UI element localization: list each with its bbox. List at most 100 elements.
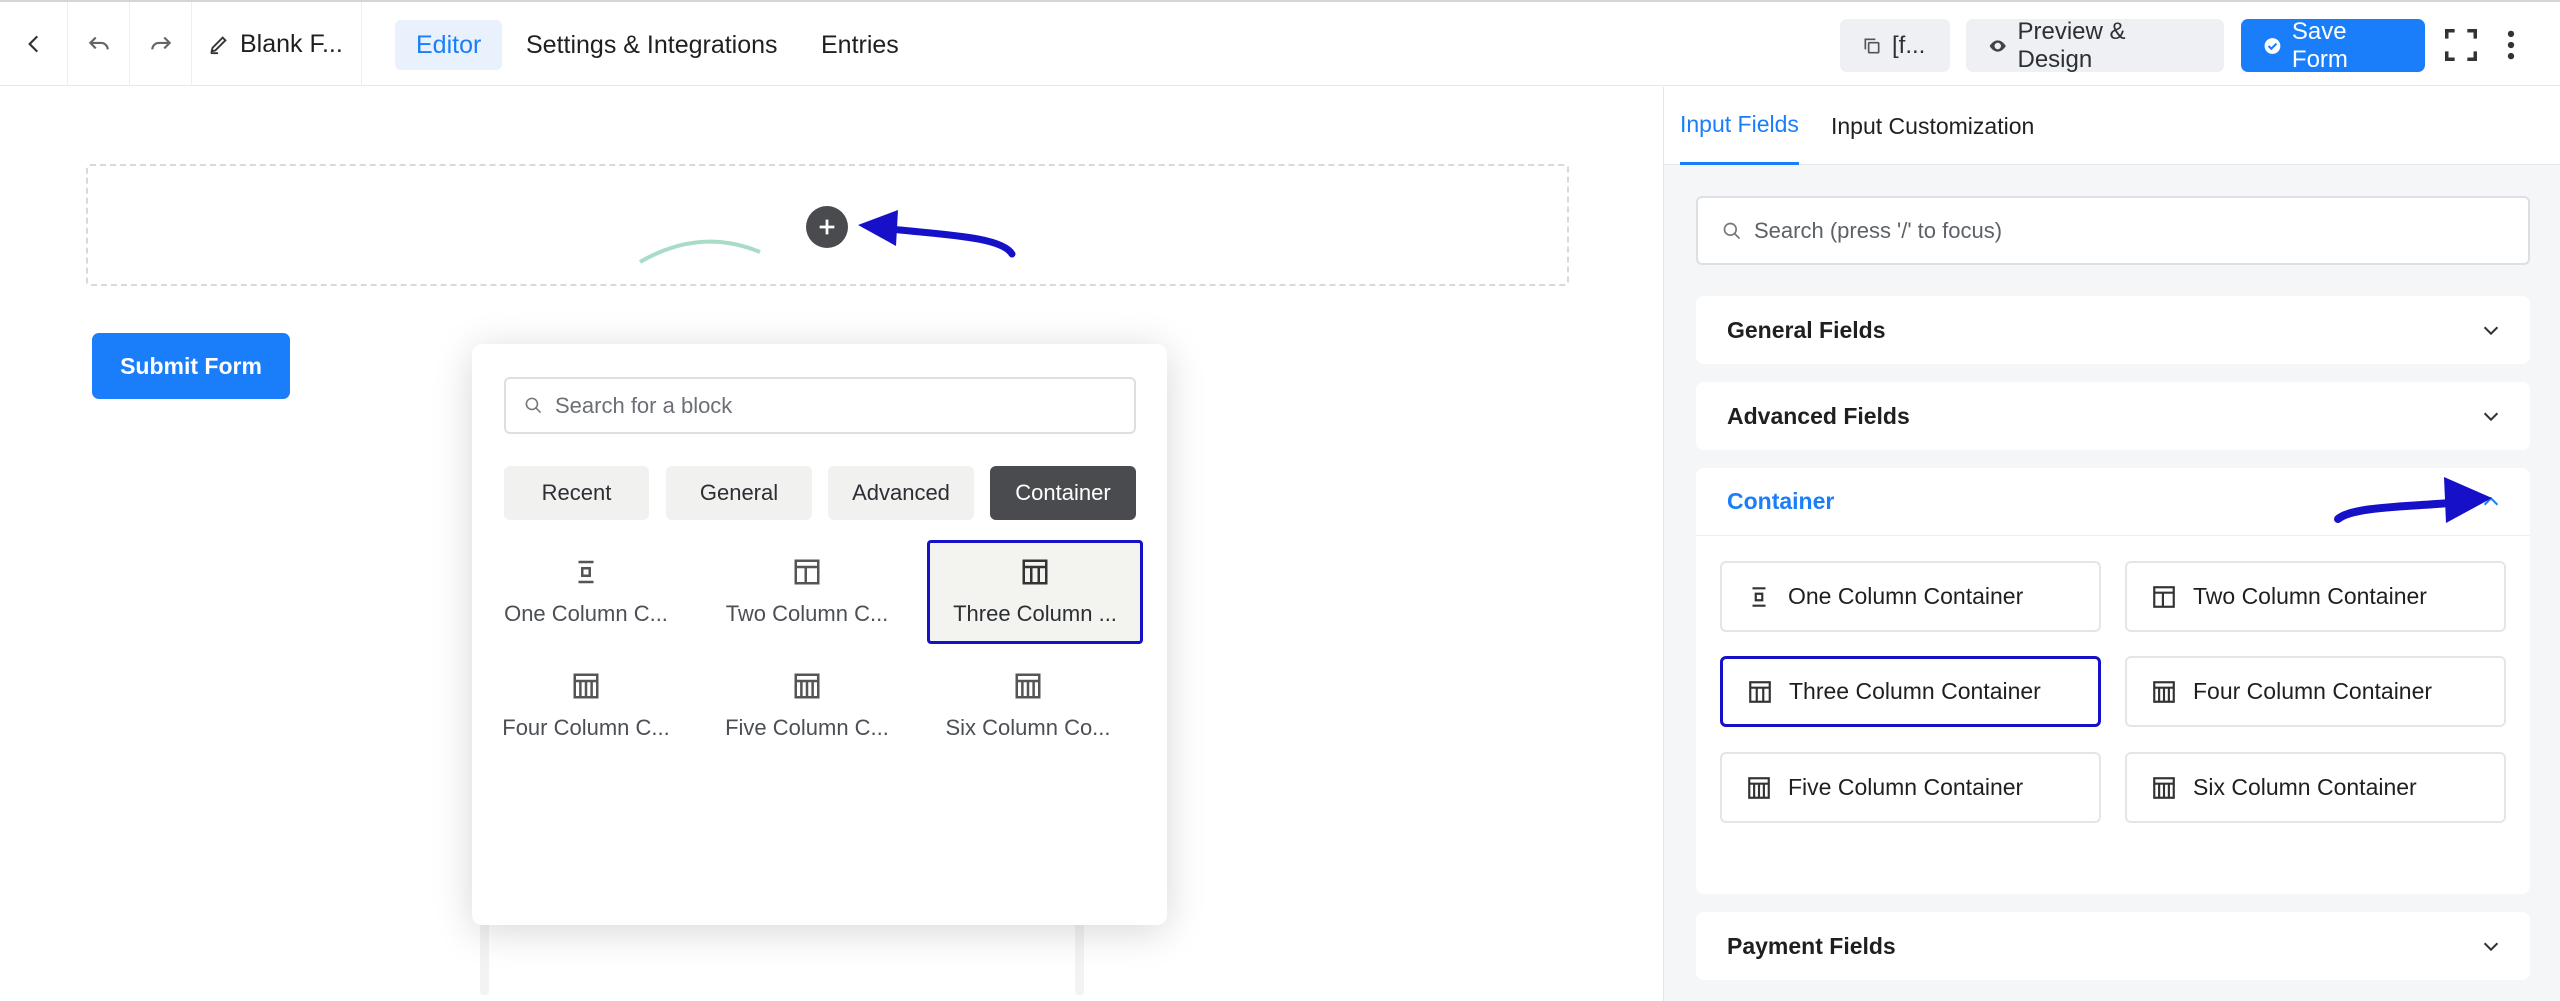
tab-editor[interactable]: Editor [395,20,503,70]
category-advanced[interactable]: Advanced [828,466,974,520]
field-six-column-label: Six Column Container [2193,774,2417,800]
annotation-arrow-icon [858,210,1016,258]
category-container[interactable]: Container [990,466,1136,520]
kebab-menu-icon [2507,30,2515,60]
preview-design-button[interactable]: Preview & Design [1966,17,2224,73]
block-three-column-label: Three Column ... [953,601,1117,626]
field-one-column-container[interactable]: One Column Container [1720,561,2101,632]
block-two-column-container[interactable]: Two Column C... [699,540,915,644]
add-block-button[interactable] [806,206,848,248]
section-payment-fields-header[interactable]: Payment Fields [1696,912,2530,980]
category-general[interactable]: General [666,466,812,520]
four-column-icon [573,673,599,699]
annotation-arrow-icon [2334,477,2492,523]
field-four-column-container[interactable]: Four Column Container [2125,656,2506,727]
block-search-placeholder: Search for a block [555,392,733,418]
three-column-icon [1749,680,1771,703]
block-one-column-label: One Column C... [504,601,668,626]
fields-sidebar: Input Fields Input Customization Search … [1663,87,2560,1001]
section-payment-fields: Payment Fields [1696,912,2530,980]
block-four-column-label: Four Column C... [502,715,670,740]
field-five-column-label: Five Column Container [1788,774,2024,800]
eye-icon [1989,39,2006,52]
five-column-icon [1748,776,1770,799]
block-two-column-label: Two Column C... [725,601,889,626]
block-picker-popover: Search for a block Recent General Advanc… [472,344,1167,925]
tab-input-customization-label: Input Customization [1831,112,2035,139]
pencil-icon [210,36,227,55]
section-general-fields-header[interactable]: General Fields [1696,296,2530,364]
block-four-column-container[interactable]: Four Column C... [478,654,694,758]
category-container-label: Container [1015,480,1111,505]
fullscreen-button[interactable] [2440,24,2482,66]
back-button[interactable] [0,2,68,86]
form-title-label: Blank F... [240,29,343,58]
five-column-icon [794,673,820,699]
redo-button[interactable] [130,2,192,86]
field-three-column-container[interactable]: Three Column Container [1720,656,2101,727]
undo-button[interactable] [68,2,130,86]
section-advanced-fields-header[interactable]: Advanced Fields [1696,382,2530,450]
block-three-column-container[interactable]: Three Column ... [927,540,1143,644]
six-column-icon [2153,776,2175,799]
field-three-column-label: Three Column Container [1789,678,2041,704]
block-search-input[interactable]: Search for a block [504,377,1136,434]
save-form-button[interactable]: Save Form [2241,18,2425,73]
tab-input-fields-label: Input Fields [1680,111,1799,137]
one-column-icon [578,560,594,584]
top-toolbar: Blank F... Editor Settings & Integration… [0,0,2560,86]
shortcode-label: [f... [1892,31,1926,59]
tab-settings-integrations[interactable]: Settings & Integrations [505,20,799,70]
block-five-column-container[interactable]: Five Column C... [699,654,915,758]
section-advanced-fields: Advanced Fields [1696,382,2530,450]
field-one-column-label: One Column Container [1788,583,2024,609]
field-four-column-label: Four Column Container [2193,678,2433,704]
sidebar-tabs: Input Fields Input Customization [1664,87,2560,165]
chevron-down-icon [2483,326,2499,336]
shortcode-button[interactable]: [f... [1840,19,1950,72]
field-search-input[interactable]: Search (press '/' to focus) [1696,196,2530,265]
section-general-fields: General Fields [1696,296,2530,364]
two-column-icon [794,559,820,585]
chevron-left-icon [27,35,38,53]
tab-editor-label: Editor [416,30,482,59]
undo-icon [88,36,109,50]
submit-form-label: Submit Form [120,352,262,379]
tab-input-fields[interactable]: Input Fields [1680,87,1799,165]
tab-entries[interactable]: Entries [800,20,920,70]
block-one-column-container[interactable]: One Column C... [478,540,694,644]
chevron-down-icon [2483,412,2499,422]
section-container: Container One Column Container Two Colum… [1696,468,2530,894]
tab-settings-label: Settings & Integrations [526,30,778,59]
tab-entries-label: Entries [821,30,899,59]
copy-icon [1864,38,1880,54]
fullscreen-icon [2445,29,2477,61]
tab-input-customization[interactable]: Input Customization [1831,87,2034,165]
section-general-fields-label: General Fields [1727,316,1886,343]
preview-design-label: Preview & Design [2017,17,2126,73]
one-column-icon [1752,586,1766,607]
category-recent-label: Recent [541,480,612,505]
field-five-column-container[interactable]: Five Column Container [1720,752,2101,823]
chevron-down-icon [2483,942,2499,952]
form-canvas: Submit Form Search for a block Recent Ge… [0,87,1663,1001]
three-column-icon [1022,559,1048,585]
more-options-button[interactable] [2490,24,2532,66]
category-recent[interactable]: Recent [504,466,649,520]
form-title[interactable]: Blank F... [192,2,362,86]
section-container-label: Container [1727,488,1835,514]
two-column-icon [2153,585,2175,608]
block-six-column-container[interactable]: Six Column Co... [920,654,1136,758]
submit-form-button[interactable]: Submit Form [92,333,290,399]
loading-arc-decoration [638,239,761,264]
field-six-column-container[interactable]: Six Column Container [2125,752,2506,823]
plus-icon [819,219,835,235]
field-search-placeholder: Search (press '/' to focus) [1754,217,2003,243]
field-two-column-container[interactable]: Two Column Container [2125,561,2506,632]
block-five-column-label: Five Column C... [725,715,889,740]
check-circle-icon [2264,37,2281,54]
four-column-icon [2153,680,2175,703]
block-six-column-label: Six Column Co... [945,715,1111,740]
section-advanced-fields-label: Advanced Fields [1727,402,1910,429]
search-icon [1723,222,1741,239]
